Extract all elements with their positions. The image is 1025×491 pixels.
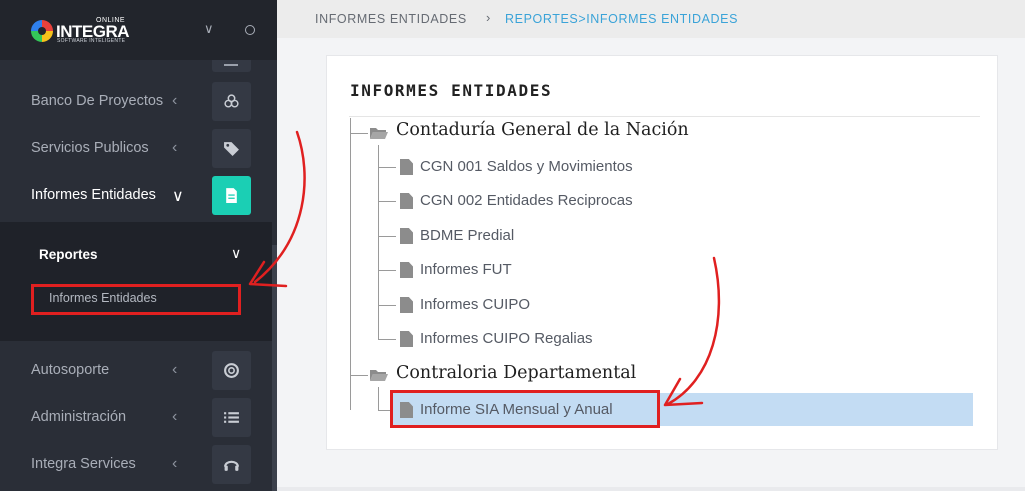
chevron-left-icon: ‹ <box>172 92 178 109</box>
sidebar-item-integra-services[interactable]: Integra Services ‹ <box>0 443 272 487</box>
annotation-highlight-box <box>390 390 660 428</box>
footer-strip <box>277 487 1025 491</box>
headset-icon <box>212 445 251 484</box>
tree-line <box>378 339 396 340</box>
tree-line <box>378 236 396 237</box>
divider <box>349 116 980 117</box>
breadcrumb-root[interactable]: INFORMES ENTIDADES <box>315 12 467 26</box>
file-icon <box>212 176 251 215</box>
logo-mark-icon <box>31 20 53 42</box>
tree-leaf-bdme-predial[interactable]: BDME Predial <box>420 227 514 244</box>
tags-icon <box>212 129 251 168</box>
sidebar-item-servicios-publicos[interactable]: Servicios Publicos ‹ <box>0 127 272 171</box>
tree-folder-contaduria[interactable]: Contaduría General de la Nación <box>396 120 689 140</box>
file-icon <box>400 331 413 347</box>
logo-bar: ONLINE INTEGRA SOFTWARE INTELIGENTE ∨ <box>0 0 277 60</box>
logo-tagline: SOFTWARE INTELIGENTE <box>57 38 126 44</box>
tree-line <box>350 133 368 134</box>
sidebar-item-label: Informes Entidades <box>31 187 156 203</box>
tree-leaf-informes-cuipo[interactable]: Informes CUIPO <box>420 296 530 313</box>
tree-line <box>378 270 396 271</box>
sidebar-item-label: Integra Services <box>31 456 136 472</box>
menu-icon-stub <box>212 60 251 72</box>
tree-folder-contraloria[interactable]: Contraloria Departamental <box>396 363 636 383</box>
sidebar-item-banco-de-proyectos[interactable]: Banco De Proyectos ‹ <box>0 80 272 124</box>
sidebar-item-informes-entidades[interactable]: Informes Entidades ∨ <box>0 174 272 218</box>
tree-line <box>378 305 396 306</box>
chevron-down-icon: ∨ <box>231 245 242 261</box>
sidebar: ONLINE INTEGRA SOFTWARE INTELIGENTE ∨ Ba… <box>0 0 277 491</box>
tree-line <box>378 167 396 168</box>
folder-open-icon <box>370 370 388 381</box>
tree-leaf-informes-cuipo-regalias[interactable]: Informes CUIPO Regalias <box>420 330 593 347</box>
sidebar-item-label: Autosoporte <box>31 362 110 378</box>
sidebar-item-autosoporte[interactable]: Autosoporte ‹ <box>0 349 272 393</box>
tree-line <box>350 118 351 410</box>
file-icon <box>400 262 413 278</box>
sidebar-scrollbar[interactable] <box>272 245 277 491</box>
file-icon <box>400 193 413 209</box>
sidebar-item-label: Servicios Publicos <box>31 140 149 156</box>
list-icon <box>212 398 251 437</box>
breadcrumb-current[interactable]: REPORTES>INFORMES ENTIDADES <box>505 12 738 26</box>
tree-leaf-cgn-001[interactable]: CGN 001 Saldos y Movimientos <box>420 158 633 175</box>
circle-icon[interactable] <box>245 25 255 35</box>
file-icon <box>400 159 413 175</box>
life-ring-icon <box>212 351 251 390</box>
sidebar-item-label: Administración <box>31 409 127 425</box>
chevron-left-icon: ‹ <box>172 139 178 156</box>
file-icon <box>400 228 413 244</box>
chevron-left-icon: ‹ <box>172 455 178 472</box>
tree-line <box>378 387 379 410</box>
annotation-highlight-box <box>31 284 241 315</box>
tree-line <box>350 375 368 376</box>
folder-open-icon <box>370 128 388 139</box>
submenu-heading-reportes[interactable]: Reportes <box>39 247 98 262</box>
tree-leaf-cgn-002[interactable]: CGN 002 Entidades Reciprocas <box>420 192 633 209</box>
breadcrumb: INFORMES ENTIDADES › REPORTES>INFORMES E… <box>277 0 1025 38</box>
tree-line <box>378 145 379 339</box>
chevron-down-icon[interactable]: ∨ <box>204 21 214 37</box>
chevron-down-icon: ∨ <box>172 188 184 205</box>
page-title: INFORMES ENTIDADES <box>350 81 553 100</box>
cubes-icon <box>212 82 251 121</box>
chevron-left-icon: ‹ <box>172 361 178 378</box>
sidebar-item-label: Banco De Proyectos <box>31 93 164 109</box>
submenu-reportes: Reportes ∨ Informes Entidades <box>0 222 272 341</box>
tree-leaf-informes-fut[interactable]: Informes FUT <box>420 261 512 278</box>
tree-line <box>378 201 396 202</box>
file-icon <box>400 297 413 313</box>
chevron-right-icon: › <box>486 10 491 25</box>
sidebar-item-administracion[interactable]: Administración ‹ <box>0 396 272 440</box>
chevron-left-icon: ‹ <box>172 408 178 425</box>
